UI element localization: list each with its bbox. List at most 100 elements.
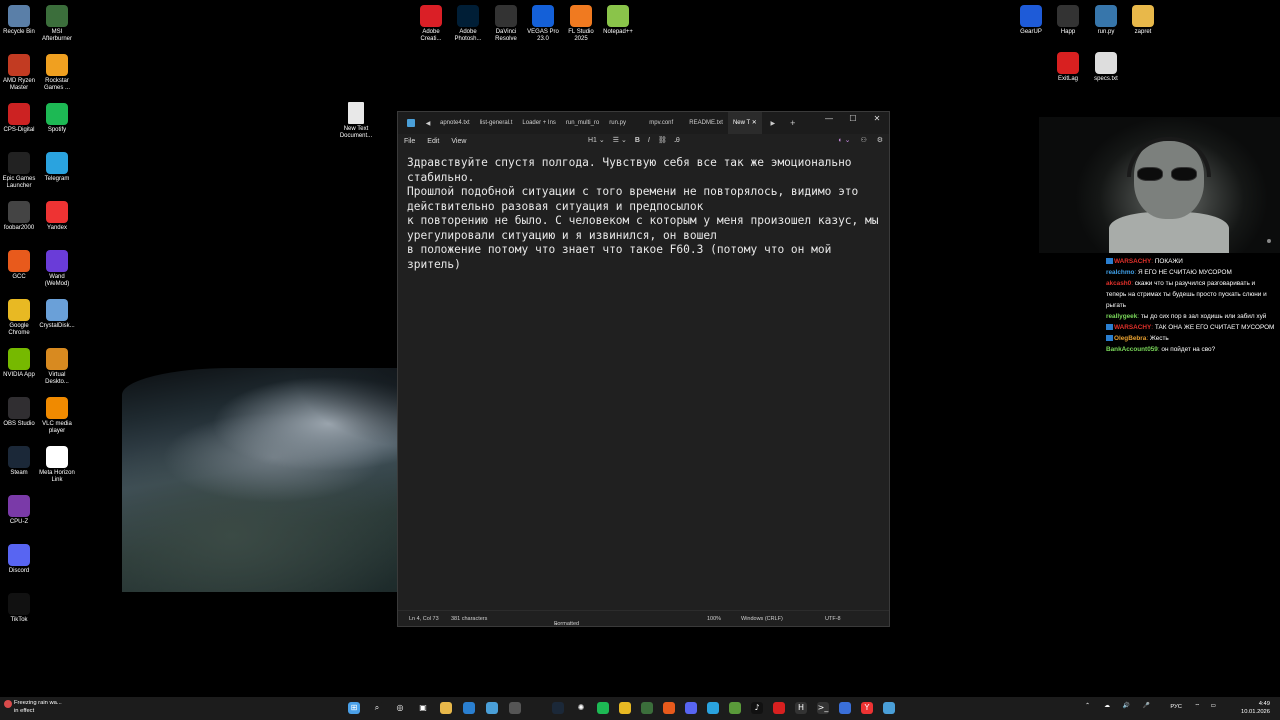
taskbar-yandex-icon[interactable]: Y xyxy=(861,702,873,714)
clear-format-icon[interactable]: Ꭿ xyxy=(675,134,680,148)
desktop-icon-photoshop[interactable]: Adobe Photosh... xyxy=(448,5,488,43)
taskbar-steam-icon[interactable] xyxy=(552,702,564,714)
tab-list-general[interactable]: list-general.t xyxy=(475,112,518,134)
desktop-icon-new-text-document[interactable]: New Text Document... xyxy=(336,102,376,140)
taskbar-gcc-icon[interactable] xyxy=(663,702,675,714)
desktop-icon-nvidia[interactable]: NVIDIA App xyxy=(0,348,39,379)
weather-widget[interactable]: Freezing rain wa... in effect xyxy=(4,699,62,715)
taskbar-task-view-icon[interactable]: ▣ xyxy=(417,702,429,714)
tab-loader[interactable]: Loader + Ins xyxy=(517,112,561,134)
status-zoom[interactable]: 100% xyxy=(707,616,721,622)
settings-gear-icon[interactable]: ⚙ xyxy=(877,134,883,148)
notepad-window[interactable]: ◀ apnote4.txt list-general.t Loader + In… xyxy=(397,111,890,627)
battery-icon[interactable]: ▭ xyxy=(1211,703,1216,709)
maximize-icon[interactable]: ☐ xyxy=(841,112,865,126)
desktop-icon-text-file[interactable]: specs.txt xyxy=(1086,52,1126,83)
copilot-icon[interactable]: ◐ ⌄ xyxy=(838,134,850,148)
status-encoding[interactable]: UTF-8 xyxy=(825,616,841,622)
desktop-icon-spotify[interactable]: Spotify xyxy=(37,103,77,134)
taskbar-terminal-icon[interactable]: >_ xyxy=(817,702,829,714)
desktop-icon-foobar[interactable]: foobar2000 xyxy=(0,201,39,232)
close-icon[interactable]: ✕ xyxy=(865,112,889,126)
desktop-icon-rockstar[interactable]: Rockstar Games ... xyxy=(37,54,77,92)
menu-view[interactable]: View xyxy=(445,138,472,145)
italic-icon[interactable]: I xyxy=(648,134,650,148)
taskbar-discord-icon[interactable] xyxy=(685,702,697,714)
taskbar-start-icon[interactable]: ⊞ xyxy=(348,702,360,714)
desktop-icon-discord[interactable]: Discord xyxy=(0,544,39,575)
taskbar-exitlag-icon[interactable] xyxy=(773,702,785,714)
chevron-up-icon[interactable]: ⌃ xyxy=(1085,703,1090,709)
taskbar-search-icon[interactable]: ⌕ xyxy=(371,702,383,714)
taskbar-copilot-icon[interactable]: ◎ xyxy=(394,702,406,714)
tab-run-py[interactable]: run.py xyxy=(604,112,644,134)
taskbar-spotify-icon[interactable] xyxy=(597,702,609,714)
menu-file[interactable]: File xyxy=(398,138,421,145)
tab-scroll-left-icon[interactable]: ◀ xyxy=(421,120,435,127)
clock[interactable]: 4:49 10.01.2026 xyxy=(1230,700,1270,716)
link-icon[interactable]: ⛓ xyxy=(658,134,667,148)
desktop-icon-exitlag[interactable]: ExitLag xyxy=(1048,52,1088,83)
heading-select[interactable]: H1 ⌄ xyxy=(588,134,605,148)
desktop-icon-cps[interactable]: CPS-Digital xyxy=(0,103,39,134)
desktop-icon-notepadpp[interactable]: Notepad++ xyxy=(598,5,638,36)
taskbar-chatgpt-icon[interactable]: ✺ xyxy=(575,702,587,714)
tab-scroll-right-icon[interactable]: ▶ xyxy=(766,120,780,127)
close-tab-icon[interactable]: ✕ xyxy=(752,120,757,126)
desktop-icon-recycle-bin[interactable]: Recycle Bin xyxy=(0,5,39,36)
new-tab-icon[interactable]: + xyxy=(786,118,800,128)
taskbar-file-explorer-icon[interactable] xyxy=(440,702,452,714)
list-icon[interactable]: ☰ ⌄ xyxy=(613,134,627,148)
tab-mpv-conf[interactable]: mpv.conf xyxy=(644,112,684,134)
desktop-icon-folder[interactable]: zapret xyxy=(1123,5,1163,36)
taskbar-chrome-icon[interactable] xyxy=(619,702,631,714)
desktop-icon-yandex[interactable]: Yandex xyxy=(37,201,77,232)
wifi-icon[interactable]: ⌔ xyxy=(1195,703,1200,710)
volume-icon[interactable]: 🔊 xyxy=(1123,703,1130,709)
desktop-icon-obs[interactable]: OBS Studio xyxy=(0,397,39,428)
network-icon[interactable]: ☁ xyxy=(1104,703,1110,709)
desktop-icon-gearup[interactable]: GearUP xyxy=(1011,5,1051,36)
status-line-ending[interactable]: Windows (CRLF) xyxy=(741,616,783,622)
menu-edit[interactable]: Edit xyxy=(421,138,445,145)
tab-readme[interactable]: README.txt xyxy=(684,112,728,134)
taskbar-telegram-icon[interactable] xyxy=(707,702,719,714)
desktop-icon-davinci[interactable]: DaVinci Resolve xyxy=(486,5,526,43)
language-indicator[interactable]: РУС xyxy=(1170,704,1182,710)
tab-new-text[interactable]: New T ✕ xyxy=(727,112,762,134)
desktop-icon-chrome[interactable]: Google Chrome xyxy=(0,299,39,337)
taskbar-notepad-icon-2[interactable] xyxy=(883,702,895,714)
mic-icon[interactable]: 🎤 xyxy=(1143,703,1150,709)
desktop-icon-tiktok[interactable]: TikTok xyxy=(0,593,39,624)
desktop-icon-happ[interactable]: Happ xyxy=(1048,5,1088,36)
taskbar-happ-icon[interactable]: H xyxy=(795,702,807,714)
taskbar-minecraft-icon[interactable] xyxy=(729,702,741,714)
desktop-icon-vegas[interactable]: VEGAS Pro 23.0 xyxy=(523,5,563,43)
tab-apnote4[interactable]: apnote4.txt xyxy=(435,112,475,134)
taskbar-notepad-icon[interactable] xyxy=(486,702,498,714)
desktop-icon-steam[interactable]: Steam xyxy=(0,446,39,477)
desktop-icon-vlc[interactable]: VLC media player xyxy=(37,397,77,435)
desktop-icon-wand[interactable]: Wand (WeMod) xyxy=(37,250,77,288)
desktop-icon-ryzen[interactable]: AMD Ryzen Master xyxy=(0,54,39,92)
document-text-area[interactable]: Здравствуйте спустя полгода. Чувствую се… xyxy=(398,148,889,280)
minimize-icon[interactable]: — xyxy=(817,112,841,126)
desktop-icon-afterburner[interactable]: MSI Afterburner xyxy=(37,5,77,43)
bold-icon[interactable]: B xyxy=(635,134,640,148)
taskbar-qbittorrent-icon[interactable] xyxy=(839,702,851,714)
taskbar-afterburner-icon[interactable] xyxy=(641,702,653,714)
tab-run-multi[interactable]: run_multi_ro xyxy=(561,112,604,134)
taskbar-obs-icon[interactable] xyxy=(509,702,521,714)
taskbar-store-icon[interactable] xyxy=(463,702,475,714)
desktop-icon-creative-cloud[interactable]: Adobe Creati... xyxy=(411,5,451,43)
desktop-icon-telegram[interactable]: Telegram xyxy=(37,152,77,183)
desktop-icon-virtual-desktop[interactable]: Virtual Deskto... xyxy=(37,348,77,386)
taskbar-tiktok-icon[interactable]: ♪ xyxy=(751,702,763,714)
desktop-icon-flstudio[interactable]: FL Studio 2025 xyxy=(561,5,601,43)
desktop-icon-epic[interactable]: Epic Games Launcher xyxy=(0,152,39,190)
desktop-icon-meta[interactable]: Meta Horizon Link xyxy=(37,446,77,484)
desktop-icon-crystaldisk[interactable]: CrystalDisk... xyxy=(37,299,77,330)
desktop-icon-cpuz[interactable]: CPU-Z xyxy=(0,495,39,526)
account-icon[interactable]: ⚇ xyxy=(860,134,866,148)
desktop-icon-python-file[interactable]: run.py xyxy=(1086,5,1126,36)
